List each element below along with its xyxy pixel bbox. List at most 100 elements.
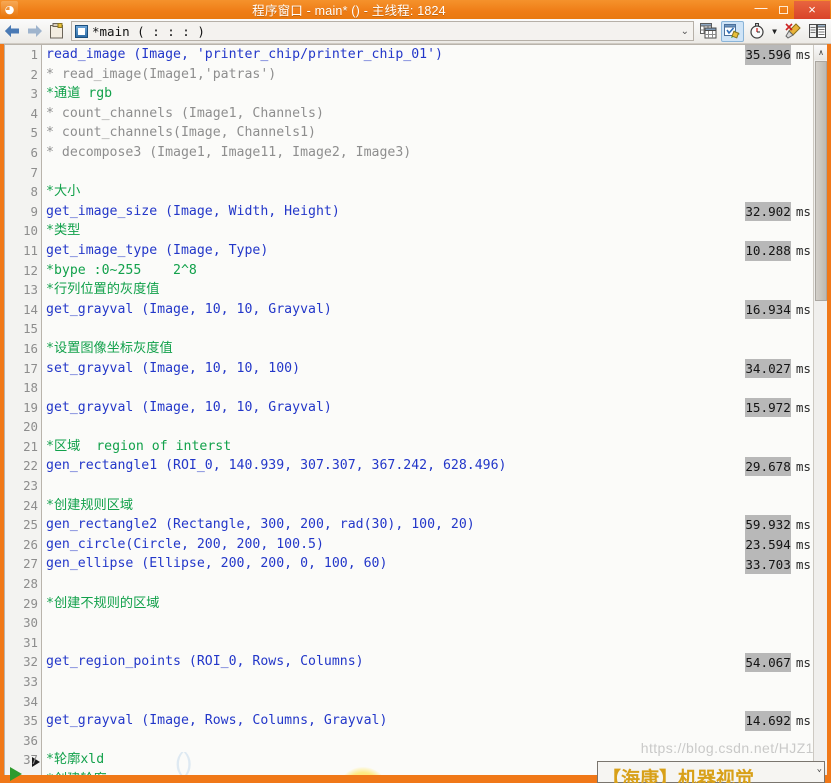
line-number: 4 — [30, 105, 38, 121]
line-number: 24 — [23, 497, 38, 513]
code-line[interactable]: 16 *设置图像坐标灰度值 — [23, 339, 827, 359]
close-button[interactable]: × — [794, 0, 830, 19]
line-number: 13 — [23, 282, 38, 298]
code-line[interactable]: 14 get_grayval (Image, 10, 10, Grayval) — [23, 300, 827, 320]
execution-time-unit: ms — [795, 203, 811, 219]
code-line[interactable]: 32 get_region_points (ROI_0, Rows, Column… — [23, 652, 827, 672]
code-line[interactable]: 5 * count_channels(Image, Channels1) — [31, 123, 827, 143]
code-line[interactable]: 15 — [23, 319, 827, 339]
insert-operator-button[interactable] — [697, 21, 720, 42]
code-line[interactable]: 28 — [23, 574, 827, 594]
line-number: 23 — [23, 478, 38, 494]
execution-time-unit: ms — [795, 537, 811, 552]
code-editor[interactable]: 1 read_image (Image, 'printer_chip/printe… — [4, 44, 827, 776]
stopwatch-icon — [749, 23, 764, 39]
line-number: 9 — [30, 203, 38, 219]
code-line[interactable]: 23 — [23, 476, 827, 496]
code-line[interactable]: 11 get_image_type (Image, Type) — [23, 241, 827, 261]
line-number: 28 — [23, 576, 38, 592]
back-button[interactable] — [2, 21, 23, 42]
profiling-dropdown[interactable]: ▼ — [768, 21, 781, 42]
code-lines[interactable]: 1 read_image (Image, 'printer_chip/printe… — [23, 45, 827, 776]
forward-button[interactable] — [24, 21, 45, 42]
code-line[interactable]: 13 *行列位置的灰度值 — [23, 280, 827, 300]
code-line[interactable]: 30 — [23, 613, 827, 633]
code-line[interactable]: 7 — [31, 163, 827, 183]
vertical-scrollbar[interactable]: ∧ ∨ — [813, 45, 827, 776]
line-number: 5 — [30, 125, 38, 141]
code-line[interactable]: 1 read_image (Image, 'printer_chip/printe… — [31, 45, 827, 65]
line-number: 31 — [23, 634, 38, 650]
code-text: get_image_size (Image, Width, Height) — [46, 203, 340, 219]
code-line[interactable]: 29 *创建不规则的区域 — [23, 594, 827, 614]
execution-time-unit: ms — [795, 243, 811, 258]
code-line[interactable]: 25 gen_rectangle2 (Rectangle, 300, 200, r… — [23, 515, 827, 535]
code-line[interactable]: 3 *通道 rgb — [31, 84, 827, 104]
maximize-icon — [778, 5, 788, 14]
code-line[interactable]: 24 *创建规则区域 — [23, 496, 827, 516]
code-line[interactable]: 9 get_image_size (Image, Width, Height) — [31, 202, 827, 222]
window-grid-icon — [700, 23, 717, 39]
execution-time: 54.067 ms — [721, 652, 813, 673]
code-line[interactable]: 4 * count_channels (Image1, Channels) — [31, 104, 827, 124]
code-text: *类型 — [46, 223, 81, 239]
code-text: gen_rectangle2 (Rectangle, 300, 200, rad… — [46, 517, 475, 533]
code-line[interactable]: 8 *大小 — [31, 182, 827, 202]
clipboard-icon — [50, 23, 63, 39]
code-line[interactable]: 27 gen_ellipse (Ellipse, 200, 200, 0, 100… — [23, 554, 827, 574]
code-line[interactable]: 22 gen_rectangle1 (ROI_0, 140.939, 307.30… — [23, 456, 827, 476]
procedure-icon — [75, 24, 88, 38]
execution-time: 59.932 ms — [721, 515, 813, 535]
code-line[interactable]: 19 get_grayval (Image, 10, 10, Grayval) — [23, 398, 827, 418]
procedure-toolbar: *main ( : : : ) ⌄ ▼ — [0, 19, 831, 44]
list-window-icon — [809, 24, 826, 38]
line-number: 32 — [23, 654, 38, 670]
code-text: get_image_type (Image, Type) — [46, 242, 269, 258]
code-line[interactable]: 36 — [23, 731, 827, 751]
code-line[interactable]: 34 — [23, 692, 827, 712]
line-number: 15 — [23, 321, 38, 337]
execution-time-unit: ms — [795, 458, 811, 474]
line-number: 17 — [23, 360, 38, 376]
code-line[interactable]: 12 *bype :0~255 2^8 — [23, 261, 827, 281]
code-line[interactable]: 2 * read_image(Image1,'patras') — [31, 65, 827, 85]
code-line[interactable]: 33 — [23, 672, 827, 692]
code-line[interactable]: 10 *类型 — [23, 221, 827, 241]
execution-time: 15.972 ms — [721, 397, 813, 418]
code-line[interactable]: 17 set_grayval (Image, 10, 10, 100) — [23, 359, 827, 379]
variable-window-button[interactable] — [806, 21, 829, 42]
scroll-up-button[interactable]: ∧ — [814, 45, 827, 60]
code-text: * count_channels(Image, Channels1) — [46, 125, 316, 141]
execution-time-value: 33.703 — [745, 554, 791, 575]
code-line[interactable]: 35 get_grayval (Image, Rows, Columns, Gra… — [23, 711, 827, 731]
app-icon: ◕ — [1, 1, 18, 18]
halcon-program-window: ◕ 程序窗口 - main* () - 主线程: 1824 — × *main … — [0, 0, 831, 783]
profiling-button[interactable] — [745, 21, 768, 42]
procedure-selector[interactable]: *main ( : : : ) ⌄ — [71, 21, 694, 41]
code-text: *轮廓xld — [46, 752, 105, 768]
line-number: 8 — [30, 184, 38, 200]
code-line[interactable]: 31 — [23, 633, 827, 653]
execution-time: 16.934 ms — [721, 299, 813, 320]
code-line[interactable]: 18 — [23, 378, 827, 398]
bottom-panel[interactable]: 【海康】机器视觉 ⌄ — [597, 761, 825, 783]
code-line[interactable]: 20 — [23, 417, 827, 437]
chevron-down-icon[interactable]: ⌄ — [681, 26, 689, 37]
apply-button[interactable] — [721, 20, 744, 42]
run-arrow-icon[interactable] — [10, 767, 22, 781]
maximize-button[interactable] — [772, 1, 794, 18]
deactivate-button[interactable] — [782, 21, 805, 42]
minimize-button[interactable]: — — [750, 0, 772, 18]
clipboard-button[interactable] — [46, 21, 67, 42]
code-line[interactable]: 21 *区域 region of interst — [23, 437, 827, 457]
line-number: 29 — [23, 595, 38, 611]
execution-time-value: 34.027 — [745, 358, 791, 379]
code-line[interactable]: 26 gen_circle(Circle, 200, 200, 100.5) — [23, 535, 827, 555]
scrollbar-thumb[interactable] — [815, 61, 827, 301]
bottom-panel-caret-icon[interactable]: ⌄ — [817, 764, 822, 774]
execution-time-value: 23.594 — [745, 535, 791, 555]
line-number: 19 — [23, 399, 38, 415]
code-line[interactable]: 6 * decompose3 (Image1, Image11, Image2, … — [31, 143, 827, 163]
execution-time-value: 16.934 — [745, 299, 791, 320]
line-number: 14 — [23, 301, 38, 317]
